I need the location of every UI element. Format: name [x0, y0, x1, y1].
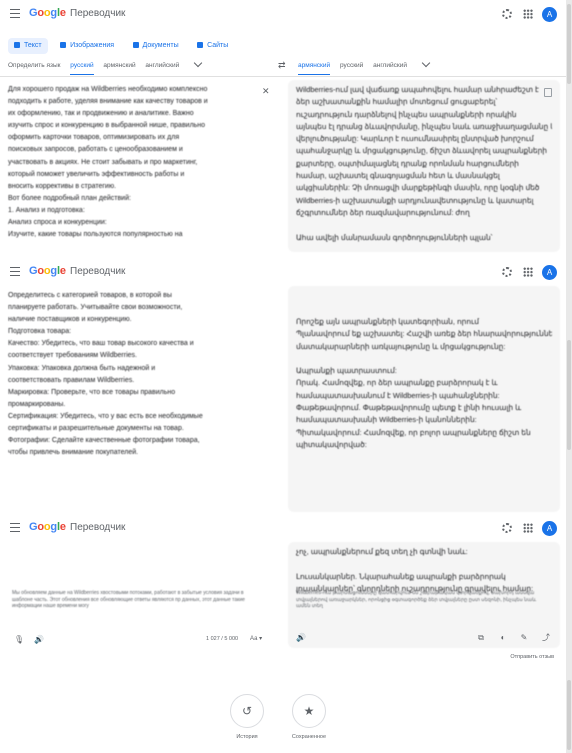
gear-icon[interactable] [502, 267, 512, 277]
google-logo[interactable]: Google [29, 521, 66, 533]
bottom-actions: ↺ История ★ Сохраненное [0, 664, 566, 753]
app-header: Google Переводчик A [0, 258, 566, 286]
source-text-area[interactable]: Для хорошего продаж на Wildberries необх… [8, 84, 266, 241]
chevron-down-icon[interactable] [193, 58, 203, 68]
google-logo[interactable]: Google [29, 265, 66, 277]
copy-icon[interactable] [544, 88, 552, 97]
image-icon [60, 41, 67, 48]
apps-grid-icon[interactable] [523, 267, 533, 277]
close-icon[interactable]: ✕ [262, 86, 270, 97]
avatar[interactable]: A [542, 265, 557, 280]
divider [0, 76, 566, 77]
share-icon[interactable]: ⤴ [541, 633, 551, 643]
translation-output: Որոշեք այն ապրանքների կատեգորիան, որում … [288, 286, 560, 512]
text-icon [14, 41, 20, 48]
translator-window-bottom: Google Переводчик A Мы обновляем данные … [0, 514, 566, 664]
lang-armenian[interactable]: армянский [103, 58, 135, 74]
app-title: Переводчик [70, 8, 126, 19]
gear-icon[interactable] [502, 523, 512, 533]
hamburger-icon[interactable] [10, 267, 20, 276]
speaker-icon[interactable]: 🔊 [34, 635, 44, 644]
apps-grid-icon[interactable] [523, 9, 533, 19]
character-counter: 1 027 / 5 000 [206, 636, 239, 642]
target-language-bar: армянский русский английский [298, 58, 560, 75]
google-logo[interactable]: Google [29, 7, 66, 19]
avatar[interactable]: A [542, 521, 557, 536]
mic-icon[interactable]: 🎙 [14, 635, 24, 644]
edit-icon[interactable]: ✎ [519, 633, 529, 643]
hamburger-icon[interactable] [10, 523, 20, 532]
lang-russian[interactable]: русский [340, 58, 363, 74]
tab-images[interactable]: Изображения [54, 38, 120, 54]
chevron-down-icon[interactable] [421, 58, 431, 68]
lang-armenian[interactable]: армянский [298, 58, 331, 75]
history-icon: ↺ [230, 694, 264, 728]
app-header: Google Переводчик A [0, 514, 566, 542]
history-button[interactable]: ↺ История [222, 694, 272, 740]
gear-icon[interactable] [502, 9, 512, 19]
swap-icon[interactable]: ⇄ [278, 60, 286, 71]
app-title: Переводчик [70, 266, 126, 277]
send-feedback-link[interactable]: Отправить отзыв [510, 654, 554, 660]
tab-documents[interactable]: Документы [127, 38, 185, 54]
font-size-select[interactable]: Аа ▾ [250, 635, 262, 642]
lang-english[interactable]: английский [145, 58, 179, 74]
scrollbar-thumb[interactable] [567, 4, 571, 84]
app-header: Google Переводчик A [0, 0, 566, 28]
scrollbar-thumb[interactable] [567, 680, 571, 750]
app-title: Переводчик [70, 522, 126, 533]
saved-button[interactable]: ★ Сохраненное [284, 694, 334, 740]
lang-detect[interactable]: Определить язык [8, 58, 60, 74]
scrollbar-thumb[interactable] [567, 340, 571, 450]
source-text-area[interactable]: Определитесь с категорией товаров, в кот… [8, 290, 266, 459]
tab-sites[interactable]: Сайты [191, 38, 234, 54]
thumbs-icon[interactable]: ◐ [498, 633, 508, 643]
source-footnote: Мы обновляем данные на Wildberries хвост… [12, 590, 245, 609]
lang-russian[interactable]: русский [70, 58, 94, 75]
copy-icon[interactable]: ⧉ [476, 633, 486, 643]
document-icon [132, 41, 139, 48]
globe-icon [197, 41, 204, 48]
avatar[interactable]: A [542, 7, 557, 22]
translator-window-middle: Google Переводчик A Определитесь с катег… [0, 258, 566, 514]
hamburger-icon[interactable] [10, 9, 20, 18]
mode-tabs: Текст Изображения Документы Сайты [8, 34, 236, 54]
speaker-icon[interactable]: 🔊 [296, 633, 306, 643]
translator-window-top: Google Переводчик A Текст Изображения До… [0, 0, 566, 258]
translation-footnote: Wildberries-ում թարմացումները կատարվում … [296, 590, 537, 609]
apps-grid-icon[interactable] [523, 523, 533, 533]
translation-output: Wildberries-ում լավ վաճառք ապահովելու հա… [288, 80, 560, 252]
lang-english[interactable]: английский [373, 58, 407, 74]
source-language-bar: Определить язык русский армянский англий… [8, 58, 270, 75]
tab-text[interactable]: Текст [8, 38, 48, 54]
star-icon: ★ [292, 694, 326, 728]
